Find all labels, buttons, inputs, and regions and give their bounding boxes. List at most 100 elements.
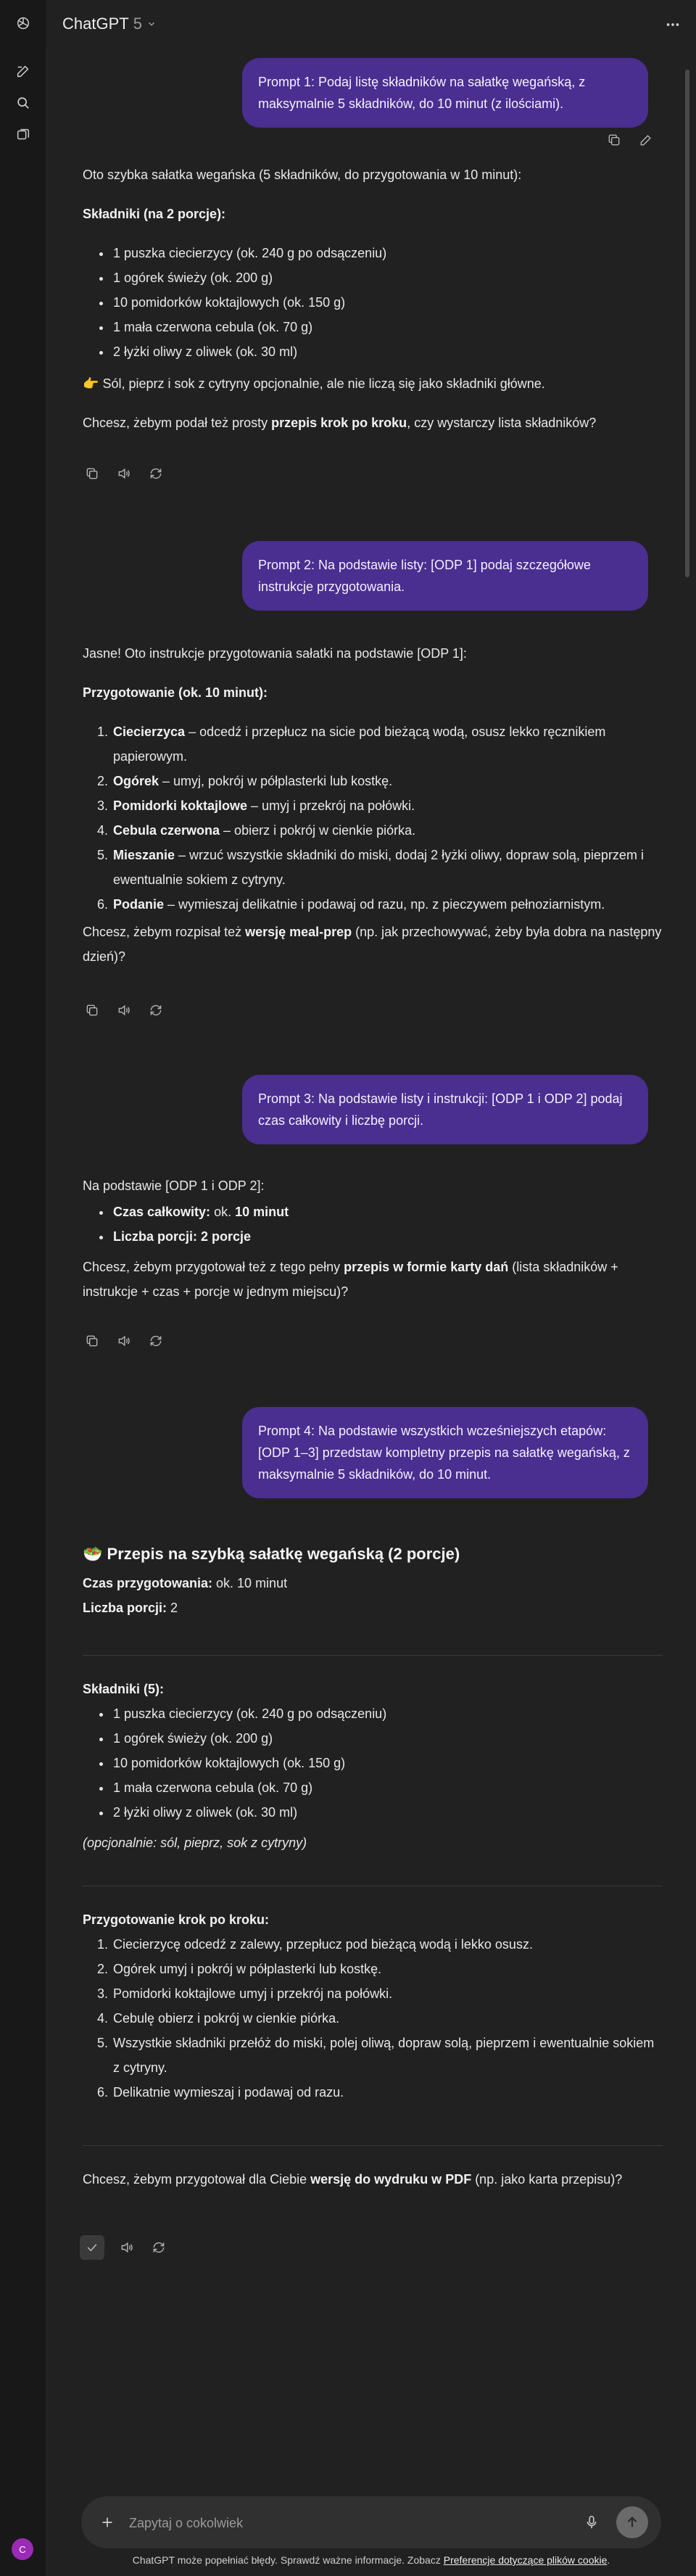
answer-heading: Składniki (na 2 porcje): [83, 207, 226, 221]
answer-intro: Jasne! Oto instrukcje przygotowania sała… [83, 646, 467, 661]
new-chat-icon[interactable] [10, 58, 36, 84]
footer-disclaimer: ChatGPT może popełniać błędy. Sprawdź wa… [46, 2554, 696, 2566]
answer-question: Chcesz, żebym przygotował też z tego peł… [83, 1255, 663, 1304]
step-title: Pomidorki koktajlowe [113, 798, 248, 813]
regenerate-icon[interactable] [149, 2238, 168, 2257]
time-label: Czas przygotowania: [83, 1576, 213, 1590]
answer-question: Chcesz, żebym podał też prosty przepis k… [83, 410, 663, 435]
list-item: Pomidorki koktajlowe umyj i przekrój na … [112, 1981, 663, 2006]
list-item: Mieszanie – wrzuć wszystkie składniki do… [112, 843, 663, 892]
list-item: 1 ogórek świeży (ok. 200 g) [112, 1726, 663, 1751]
library-icon[interactable] [10, 122, 36, 148]
regenerate-icon[interactable] [146, 464, 165, 483]
top-bar: ChatGPT 5 [46, 0, 696, 48]
chevron-down-icon [148, 22, 154, 26]
edit-icon[interactable] [637, 131, 655, 149]
read-aloud-icon[interactable] [115, 1332, 133, 1350]
question-text: , czy wystarczy lista składników? [407, 416, 597, 430]
assistant-message: 🥗 Przepis na szybką sałatkę wegańską (2 … [83, 1542, 663, 1620]
prompt-input[interactable] [128, 2512, 536, 2534]
recipe-title: 🥗 Przepis na szybką sałatkę wegańską (2 … [83, 1542, 663, 1566]
steps-list: Ciecierzycę odcedź z zalewy, przepłucz p… [83, 1932, 663, 2105]
answer-intro: Na podstawie [ODP 1 i ODP 2]: [83, 1178, 265, 1193]
assistant-message: Na podstawie [ODP 1 i ODP 2]: Czas całko… [83, 1173, 663, 1304]
plus-icon[interactable] [97, 2512, 117, 2532]
regenerate-icon[interactable] [146, 1001, 165, 1020]
list-item: Podanie – wymieszaj delikatnie i podawaj… [112, 892, 663, 917]
recipe-title-text: Przepis na szybką sałatkę wegańską (2 po… [107, 1545, 460, 1563]
user-message: Prompt 1: Podaj listę składników na sała… [242, 58, 648, 128]
assistant-message: Jasne! Oto instrukcje przygotowania sała… [83, 641, 663, 969]
note-text: Sól, pieprz i sok z cytryny opcjonalnie,… [102, 376, 545, 391]
step-text: – odcedź i przepłucz na sicie pod bieżąc… [113, 724, 606, 764]
pointing-hand-icon: 👉 [83, 376, 99, 391]
time-prefix: ok. [210, 1205, 236, 1219]
regenerate-icon[interactable] [146, 1332, 165, 1350]
section-divider [83, 1655, 663, 1656]
ingredients-section: Składniki (5): 1 puszka ciecierzycy (ok.… [83, 1677, 663, 1855]
read-aloud-icon[interactable] [117, 2238, 136, 2257]
search-icon[interactable] [10, 90, 36, 116]
question-text: Chcesz, żebym przygotował też z tego peł… [83, 1260, 344, 1274]
answer-intro: Oto szybka sałatka wegańska (5 składnikó… [83, 168, 522, 182]
user-message-actions [605, 131, 655, 149]
cookie-preferences-link[interactable]: Preferencje dotyczące plików cookie [444, 2554, 608, 2566]
copy-icon[interactable] [605, 131, 624, 149]
copy-icon[interactable] [83, 464, 102, 483]
assistant-message-actions [83, 464, 165, 483]
list-item: Czas całkowity: ok. 10 minut [112, 1200, 663, 1224]
portions-label: Liczba porcji: [113, 1229, 198, 1244]
copy-icon[interactable] [83, 1332, 102, 1350]
user-message-text: Prompt 3: Na podstawie listy i instrukcj… [258, 1091, 623, 1128]
time-label: Czas całkowity: [113, 1205, 211, 1219]
user-avatar[interactable]: C [12, 2538, 33, 2560]
disclaimer-end: . [607, 2554, 610, 2566]
list-item: 2 łyżki oliwy z oliwek (ok. 30 ml) [112, 339, 663, 364]
list-item: Pomidorki koktajlowe – umyj i przekrój n… [112, 793, 663, 818]
copy-icon[interactable] [83, 1001, 102, 1020]
list-item: Liczba porcji: 2 porcje [112, 1224, 663, 1249]
ingredients-heading: Składniki (5): [83, 1682, 165, 1696]
user-message-text: Prompt 1: Podaj listę składników na sała… [258, 75, 586, 111]
send-button[interactable] [616, 2506, 648, 2538]
list-item: 10 pomidorków koktajlowych (ok. 150 g) [112, 290, 663, 315]
step-title: Mieszanie [113, 848, 175, 862]
assistant-message-actions [80, 2235, 168, 2260]
scrollbar-thumb[interactable] [685, 70, 689, 577]
scrollbar[interactable] [684, 48, 690, 2492]
step-title: Ciecierzyca [113, 724, 186, 739]
portions-value: 2 [167, 1601, 178, 1615]
more-options-icon[interactable] [661, 13, 684, 36]
list-item: Cebula czerwona – obierz i pokrój w cien… [112, 818, 663, 843]
summary-list: Czas całkowity: ok. 10 minut Liczba porc… [83, 1200, 663, 1249]
portions: Liczba porcji: 2 [83, 1595, 663, 1620]
list-item: 1 puszka ciecierzycy (ok. 240 g po odsąc… [112, 1701, 663, 1726]
answer-question: Chcesz, żebym rozpisał też wersję meal-p… [83, 920, 663, 969]
user-message: Prompt 4: Na podstawie wszystkich wcześn… [242, 1407, 648, 1498]
answer-heading: Przygotowanie (ok. 10 minut): [83, 685, 268, 700]
microphone-icon[interactable] [581, 2512, 602, 2532]
optional-note: (opcjonalnie: sól, pieprz, sok z cytryny… [83, 1836, 307, 1850]
user-message: Prompt 2: Na podstawie listy: [ODP 1] po… [242, 541, 648, 611]
step-text: – umyj i przekrój na połówki. [247, 798, 415, 813]
list-item: 10 pomidorków koktajlowych (ok. 150 g) [112, 1751, 663, 1775]
step-text: – wymieszaj delikatnie i podawaj od razu… [164, 897, 605, 912]
step-text: – umyj, pokrój w półplasterki lub kostkę… [159, 774, 393, 788]
question-bold: wersję meal-prep [245, 925, 352, 939]
answer-question: Chcesz, żebym przygotował dla Ciebie wer… [83, 2167, 663, 2192]
list-item: 1 ogórek świeży (ok. 200 g) [112, 265, 663, 290]
model-selector[interactable]: ChatGPT 5 [62, 15, 157, 33]
closing-question: Chcesz, żebym przygotował dla Ciebie wer… [83, 2167, 663, 2192]
read-aloud-icon[interactable] [115, 464, 133, 483]
copied-check-icon[interactable] [80, 2235, 104, 2260]
read-aloud-icon[interactable] [115, 1001, 133, 1020]
question-text: (np. jako karta przepisu)? [471, 2172, 623, 2187]
question-bold: przepis w formie karty dań [344, 1260, 509, 1274]
list-item: Ogórek umyj i pokrój w półplasterki lub … [112, 1957, 663, 1981]
question-text: Chcesz, żebym rozpisał też [83, 925, 246, 939]
ingredient-list: 1 puszka ciecierzycy (ok. 240 g po odsąc… [83, 1701, 663, 1825]
time-value: 10 minut [235, 1205, 289, 1219]
openai-logo-icon[interactable] [10, 10, 36, 36]
list-item: 1 mała czerwona cebula (ok. 70 g) [112, 1775, 663, 1800]
step-text: – obierz i pokrój w cienkie piórka. [220, 823, 416, 838]
